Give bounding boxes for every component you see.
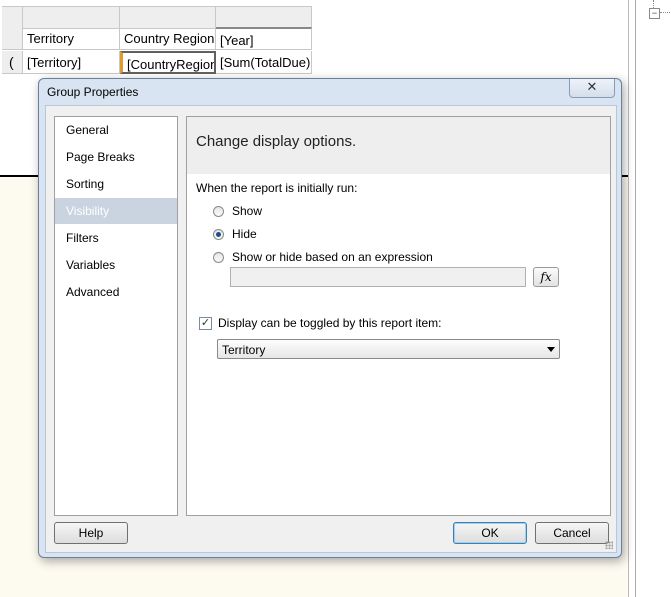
nav-item-visibility[interactable]: Visibility <box>55 198 177 224</box>
toggle-checkbox-label[interactable]: Display can be toggled by this report it… <box>218 316 441 330</box>
ok-button[interactable]: OK <box>453 522 527 544</box>
cancel-button[interactable]: Cancel <box>535 522 609 544</box>
nav-item-general[interactable]: General <box>55 117 177 143</box>
hide-radio-label[interactable]: Hide <box>232 227 257 241</box>
help-button[interactable]: Help <box>54 522 128 544</box>
show-radio[interactable] <box>213 206 224 217</box>
header-cell-country-region[interactable]: Country Region <box>120 27 216 50</box>
tree-collapse-icon[interactable]: − <box>649 8 660 19</box>
toggle-item-value: Territory <box>222 343 266 357</box>
nav-item-variables[interactable]: Variables <box>55 252 177 278</box>
close-icon[interactable]: ✕ <box>569 79 615 98</box>
row-group-bracket-icon[interactable]: ( <box>2 51 23 74</box>
show-radio-label[interactable]: Show <box>232 204 262 218</box>
toggle-item-dropdown[interactable]: Territory <box>217 339 560 359</box>
toggle-checkbox[interactable]: ✓ <box>199 317 212 330</box>
row-handle-header[interactable] <box>2 27 23 50</box>
detail-cell-territory[interactable]: [Territory] <box>23 51 120 74</box>
expression-radio[interactable] <box>213 252 224 263</box>
detail-cell-country-region[interactable]: [CountryRegionN <box>120 51 216 74</box>
expression-radio-label[interactable]: Show or hide based on an expression <box>232 250 433 264</box>
corner-handle[interactable] <box>2 6 23 29</box>
nav-item-page-breaks[interactable]: Page Breaks <box>55 144 177 170</box>
chevron-down-icon <box>547 347 555 352</box>
side-panel: − <box>628 0 671 597</box>
expression-input[interactable] <box>230 267 526 287</box>
tree-line <box>660 12 670 13</box>
panel-splitter[interactable] <box>635 0 636 597</box>
nav-item-filters[interactable]: Filters <box>55 225 177 251</box>
group-properties-dialog: Group Properties ✕ General Page Breaks S… <box>38 78 622 558</box>
page-header: Change display options. <box>187 117 610 174</box>
detail-cell-sum-totaldue[interactable]: [Sum(TotalDue) <box>216 51 312 74</box>
header-cell-territory[interactable]: Territory <box>23 27 120 50</box>
dialog-title: Group Properties <box>47 85 139 99</box>
dialog-body: General Page Breaks Sorting Visibility F… <box>45 105 617 553</box>
visibility-page: Change display options. When the report … <box>186 116 611 516</box>
column-handle-3[interactable] <box>216 6 312 29</box>
expression-fx-button[interactable]: fx <box>533 267 559 287</box>
tree-line <box>653 0 654 8</box>
header-cell-year[interactable]: [Year] <box>216 27 312 50</box>
column-handle-1[interactable] <box>23 6 120 29</box>
property-pages-nav: General Page Breaks Sorting Visibility F… <box>54 116 178 516</box>
hide-radio[interactable] <box>213 229 224 240</box>
nav-item-sorting[interactable]: Sorting <box>55 171 177 197</box>
resize-grip-icon[interactable] <box>605 541 613 549</box>
page-title: Change display options. <box>196 133 357 150</box>
initial-run-label: When the report is initially run: <box>196 181 358 195</box>
column-handle-2[interactable] <box>120 6 216 29</box>
nav-item-advanced[interactable]: Advanced <box>55 279 177 305</box>
